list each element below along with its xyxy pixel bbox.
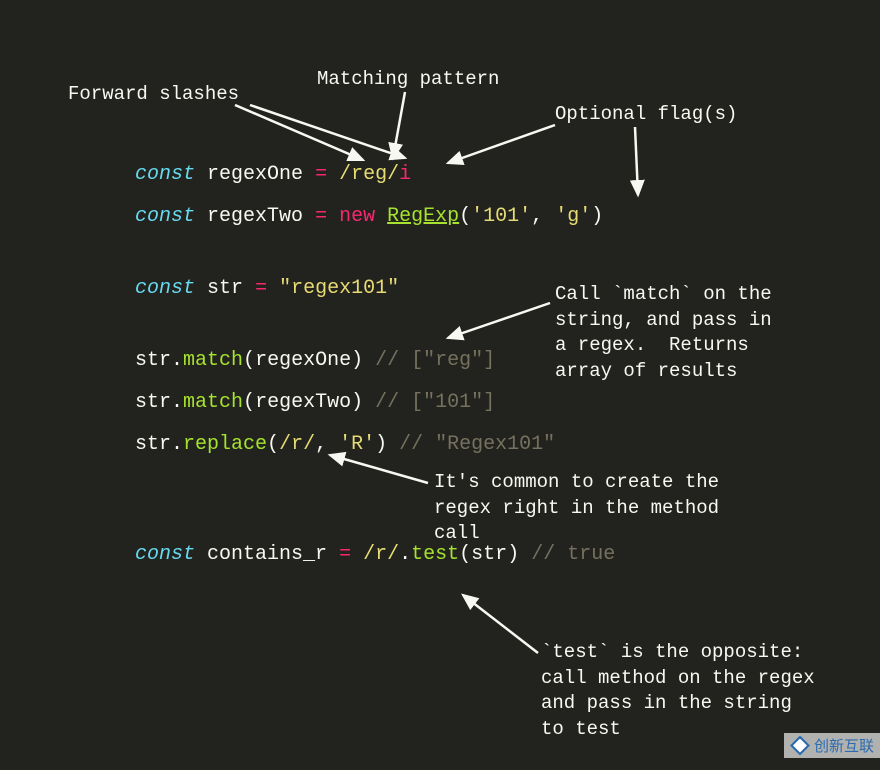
annotation-matching-pattern: Matching pattern xyxy=(317,67,499,93)
code-line-4: str.match(regexOne) // ["reg"] xyxy=(135,346,615,376)
code-line-6: str.replace(/r/, 'R') // "Regex101" xyxy=(135,430,615,460)
watermark-icon xyxy=(790,736,810,756)
code-line-5: str.match(regexTwo) // ["101"] xyxy=(135,388,615,418)
code-line-2: const regexTwo = new RegExp('101', 'g') xyxy=(135,202,615,232)
annotation-forward-slashes: Forward slashes xyxy=(68,82,239,108)
watermark: 创新互联 xyxy=(784,733,880,758)
code-line-3: const str = "regex101" xyxy=(135,274,615,304)
code-block: const regexOne = /reg/i const regexTwo =… xyxy=(135,160,615,582)
code-line-7: const contains_r = /r/.test(str) // true xyxy=(135,540,615,570)
code-line-1: const regexOne = /reg/i xyxy=(135,160,615,190)
annotation-test-opposite: `test` is the opposite: call method on t… xyxy=(541,640,826,743)
annotation-optional-flags: Optional flag(s) xyxy=(555,102,737,128)
watermark-text: 创新互联 xyxy=(814,735,874,756)
